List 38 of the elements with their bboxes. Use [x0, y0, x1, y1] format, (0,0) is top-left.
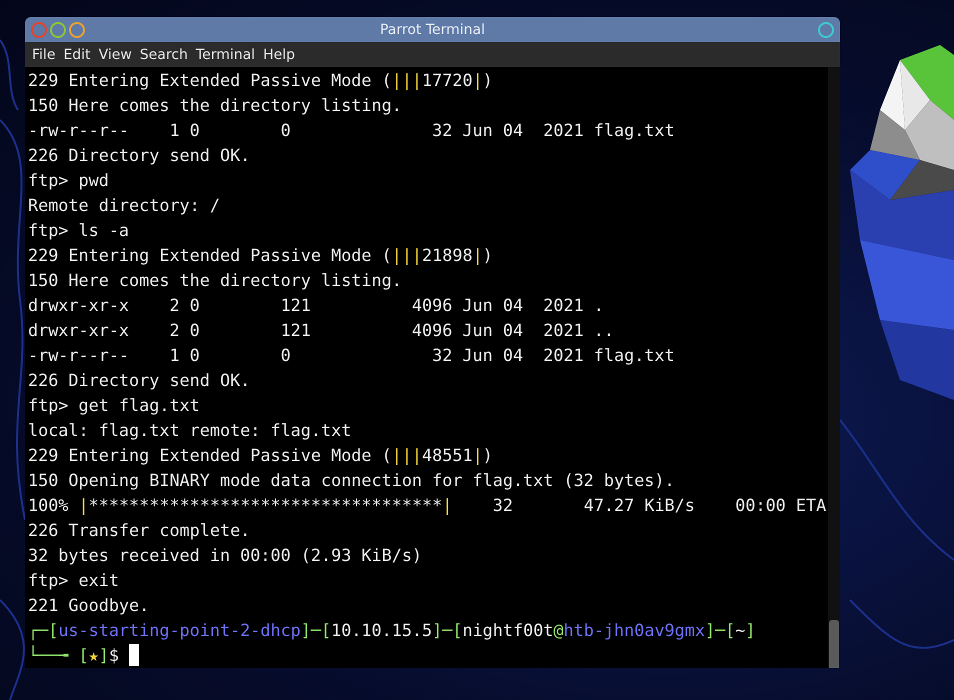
- menu-item[interactable]: Edit: [59, 46, 95, 62]
- terminal-line: └──╼ [★]$: [28, 645, 119, 665]
- terminal-line: ftp> get flag.txt: [28, 395, 200, 415]
- minimize-icon[interactable]: [50, 22, 66, 38]
- terminal-line: -rw-r--r-- 1 0 0 32 Jun 04 2021 flag.txt: [28, 120, 675, 140]
- menu-item[interactable]: Help: [259, 46, 299, 62]
- terminal-line: drwxr-xr-x 2 0 121 4096 Jun 04 2021 ..: [28, 320, 614, 340]
- menu-item[interactable]: View: [94, 46, 136, 62]
- menu-item[interactable]: Terminal: [192, 46, 260, 62]
- window-title: Parrot Terminal: [380, 22, 486, 38]
- terminal-line: 221 Goodbye.: [28, 595, 150, 615]
- terminal-line: 229 Entering Extended Passive Mode (|||48551|): [28, 445, 493, 465]
- terminal-line: -rw-r--r-- 1 0 0 32 Jun 04 2021 flag.txt: [28, 345, 675, 365]
- terminal-line: local: flag.txt remote: flag.txt: [28, 420, 352, 440]
- terminal-line: 229 Entering Extended Passive Mode (|||17720|): [28, 70, 493, 90]
- terminal-line: 226 Directory send OK.: [28, 370, 250, 390]
- terminal-line: 150 Opening BINARY mode data connection for flag.txt (32 bytes).: [28, 470, 675, 490]
- wallpaper-streak: [0, 39, 19, 110]
- terminal-line: 229 Entering Extended Passive Mode (|||21898|): [28, 245, 493, 265]
- terminal-line: 100% |***********************************| 32 47.27 KiB/s 00:00 ETA: [28, 495, 826, 515]
- terminal-line: 226 Directory send OK.: [28, 145, 250, 165]
- terminal-line: ftp> pwd: [28, 170, 109, 190]
- terminal-line: drwxr-xr-x 2 0 121 4096 Jun 04 2021 .: [28, 295, 604, 315]
- terminal-line: ┌─[us-starting-point-2-dhcp]─[10.10.15.5]─[nightf00t@htb-jhn0av9gmx]─[~]: [28, 620, 756, 640]
- terminal-line: 32 bytes received in 00:00 (2.93 KiB/s): [28, 545, 422, 565]
- terminal-line: 150 Here comes the directory listing.: [28, 95, 402, 115]
- menu-item[interactable]: Search: [136, 46, 192, 62]
- terminal-line: ftp> exit: [28, 570, 119, 590]
- scrollbar-thumb[interactable]: [829, 620, 839, 668]
- menu-item[interactable]: File: [28, 46, 60, 62]
- terminal-line: Remote directory: /: [28, 195, 220, 215]
- maximize-icon[interactable]: [69, 22, 85, 38]
- close-icon[interactable]: [31, 22, 47, 38]
- terminal-line: 226 Transfer complete.: [28, 520, 250, 540]
- terminal-line: ftp> ls -a: [28, 220, 130, 240]
- circle-icon[interactable]: [818, 22, 834, 38]
- terminal-line: 150 Here comes the directory listing.: [28, 270, 402, 290]
- scrollbar[interactable]: [828, 67, 840, 668]
